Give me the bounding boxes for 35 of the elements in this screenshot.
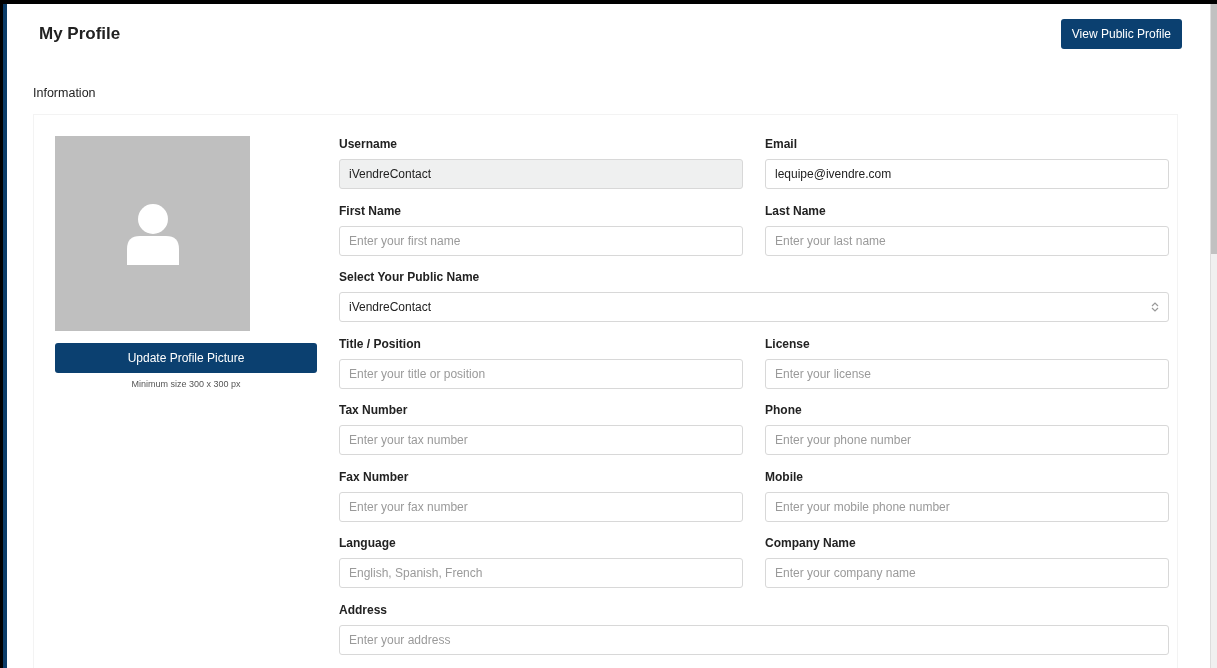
input-field[interactable]: Enter your first name bbox=[339, 225, 743, 256]
input-field[interactable]: Enter your license bbox=[765, 358, 1169, 389]
view-public-profile-button[interactable]: View Public Profile bbox=[1060, 19, 1182, 49]
sort-icon bbox=[1151, 302, 1159, 312]
user-icon bbox=[124, 202, 181, 265]
input-field[interactable]: Enter your last name bbox=[765, 225, 1169, 256]
field-label: Fax Number bbox=[339, 469, 410, 484]
field-label: Tax Number bbox=[339, 403, 409, 417]
input-field[interactable]: Enter your address bbox=[339, 624, 1169, 655]
input-field[interactable]: Enter your fax number bbox=[339, 491, 743, 522]
field-label: Email bbox=[765, 137, 798, 151]
field-label: First Name bbox=[339, 203, 403, 218]
field-label: Select Your Public Name bbox=[339, 270, 481, 284]
field-label: Phone bbox=[765, 403, 803, 417]
select-field[interactable]: iVendreContact bbox=[339, 292, 1169, 322]
page-title: My Profile bbox=[39, 24, 121, 44]
field-label: Title / Position bbox=[339, 336, 422, 351]
input-field[interactable]: English, Spanish, French bbox=[339, 558, 743, 588]
field-label: License bbox=[765, 336, 811, 351]
input-field[interactable]: lequipe@ivendre.com bbox=[765, 159, 1169, 189]
field-label: Address bbox=[339, 602, 389, 617]
field-label: Username bbox=[339, 137, 399, 151]
field-label: Company Name bbox=[765, 536, 857, 550]
input-field[interactable]: Enter your mobile phone number bbox=[765, 491, 1169, 522]
field-label: Language bbox=[339, 536, 397, 550]
input-field[interactable]: Enter your phone number bbox=[765, 425, 1169, 455]
section-title: Information bbox=[33, 86, 97, 100]
field-label: Last Name bbox=[765, 203, 827, 218]
input-field[interactable]: Enter your company name bbox=[765, 558, 1169, 588]
scrollbar-thumb[interactable] bbox=[1211, 4, 1217, 254]
update-picture-button[interactable]: Update Profile Picture bbox=[55, 343, 317, 373]
field-label: Mobile bbox=[765, 469, 804, 484]
size-hint: Minimum size 300 x 300 px bbox=[130, 379, 242, 389]
input-field[interactable]: Enter your tax number bbox=[339, 425, 743, 455]
input-field[interactable]: Enter your title or position bbox=[339, 358, 743, 389]
